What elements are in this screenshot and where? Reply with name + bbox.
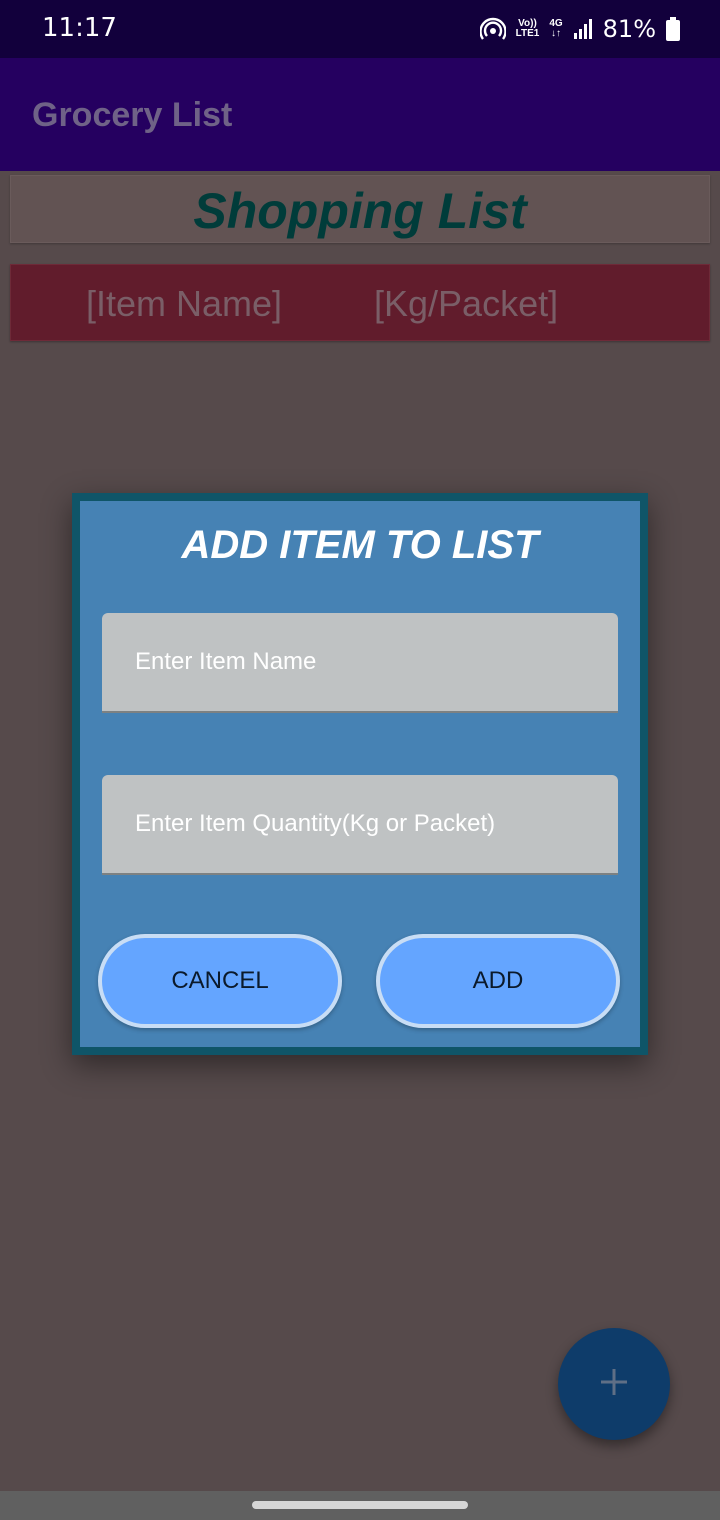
cancel-button[interactable]: CANCEL	[98, 934, 342, 1028]
item-name-placeholder: Enter Item Name	[135, 648, 317, 675]
battery-level: 81%	[602, 15, 656, 43]
add-button-label: ADD	[472, 967, 524, 994]
status-time: 11:17	[42, 13, 117, 43]
network-type-indicator: 4G ↓↑	[549, 18, 563, 39]
add-button[interactable]: ADD	[376, 934, 620, 1028]
battery-icon	[666, 17, 680, 41]
dialog-title: ADD ITEM TO LIST	[181, 523, 539, 567]
app-title: Grocery List	[32, 96, 233, 134]
add-item-dialog: ADD ITEM TO LIST Enter Item Name Enter I…	[72, 493, 648, 1055]
volte-indicator: Vo)) LTE1	[515, 18, 540, 39]
dialog-body: ADD ITEM TO LIST Enter Item Name Enter I…	[80, 501, 640, 1047]
app-bar: Grocery List	[0, 58, 720, 171]
column-quantity: [Kg/Packet]	[374, 283, 559, 324]
column-item-name: [Item Name]	[86, 283, 283, 324]
status-icons: Vo)) LTE1 4G ↓↑ 81%	[479, 12, 680, 46]
navigation-bar	[0, 1491, 720, 1520]
plus-icon	[599, 1367, 629, 1402]
item-quantity-placeholder: Enter Item Quantity(Kg or Packet)	[135, 810, 496, 837]
status-bar: 11:17 Vo)) LTE1 4G ↓↑ 81%	[0, 0, 720, 58]
signal-icon	[573, 18, 593, 40]
shopping-list-header: Shopping List	[10, 175, 710, 243]
hotspot-icon	[479, 16, 506, 42]
add-item-fab[interactable]	[558, 1328, 670, 1440]
item-name-input[interactable]: Enter Item Name	[102, 613, 618, 713]
home-indicator[interactable]	[252, 1501, 468, 1509]
list-column-header: [Item Name] [Kg/Packet]	[10, 264, 710, 341]
cancel-button-label: CANCEL	[171, 967, 269, 994]
item-quantity-input[interactable]: Enter Item Quantity(Kg or Packet)	[102, 775, 618, 875]
shopping-list-title: Shopping List	[193, 183, 527, 239]
